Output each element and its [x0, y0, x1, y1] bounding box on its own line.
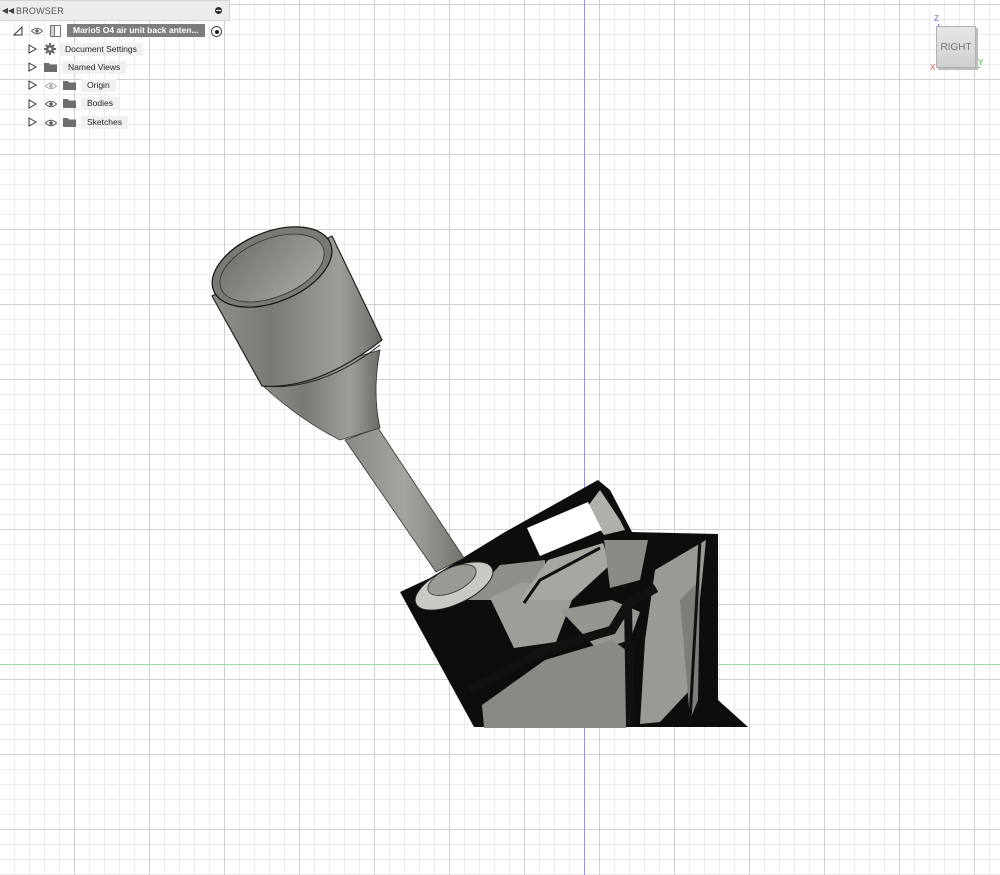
root-component-label[interactable]: Mario5 O4 air unit back anten... — [67, 24, 205, 37]
eye-hidden-icon[interactable] — [45, 82, 57, 90]
antenna-holder — [211, 226, 494, 611]
model-viewport[interactable] — [0, 0, 1000, 875]
eye-icon[interactable] — [45, 100, 57, 108]
eye-icon[interactable] — [45, 119, 57, 127]
view-cube[interactable]: Z Y X RIGHT — [928, 14, 992, 76]
browser-item-sketches[interactable]: Sketches — [81, 116, 128, 129]
expand-origin-toggle[interactable] — [28, 80, 37, 90]
folder-icon — [63, 81, 76, 90]
gear-icon — [44, 43, 56, 55]
browser-title: BROWSER — [16, 5, 64, 16]
z-axis-label: Z — [934, 14, 939, 23]
document-icon — [50, 25, 61, 37]
browser-item-named-views[interactable]: Named Views — [62, 61, 127, 74]
folder-icon — [63, 118, 76, 127]
browser-item-document-settings[interactable]: Document Settings — [59, 43, 143, 56]
collapse-panel-button[interactable]: ◀◀ — [0, 6, 16, 15]
browser-item-bodies[interactable]: Bodies — [81, 97, 119, 110]
activate-radio-button[interactable] — [211, 26, 222, 37]
eye-icon[interactable] — [31, 27, 43, 35]
expand-document-settings-toggle[interactable] — [28, 44, 37, 54]
view-cube-face-right[interactable]: RIGHT — [936, 26, 976, 68]
folder-icon — [44, 63, 57, 72]
panel-options-button[interactable] — [211, 4, 225, 18]
expand-sketches-toggle[interactable] — [28, 117, 37, 127]
expand-named-views-toggle[interactable] — [28, 62, 37, 72]
expand-root-toggle[interactable] — [13, 26, 23, 36]
folder-icon — [63, 99, 76, 108]
expand-bodies-toggle[interactable] — [28, 99, 37, 109]
browser-panel: ◀◀ BROWSER — [0, 0, 230, 21]
x-axis-label: X — [930, 63, 936, 72]
browser-item-origin[interactable]: Origin — [81, 79, 116, 92]
y-axis-label: Y — [978, 58, 984, 67]
minus-circle-icon — [214, 7, 222, 14]
browser-header: ◀◀ BROWSER — [0, 0, 230, 21]
